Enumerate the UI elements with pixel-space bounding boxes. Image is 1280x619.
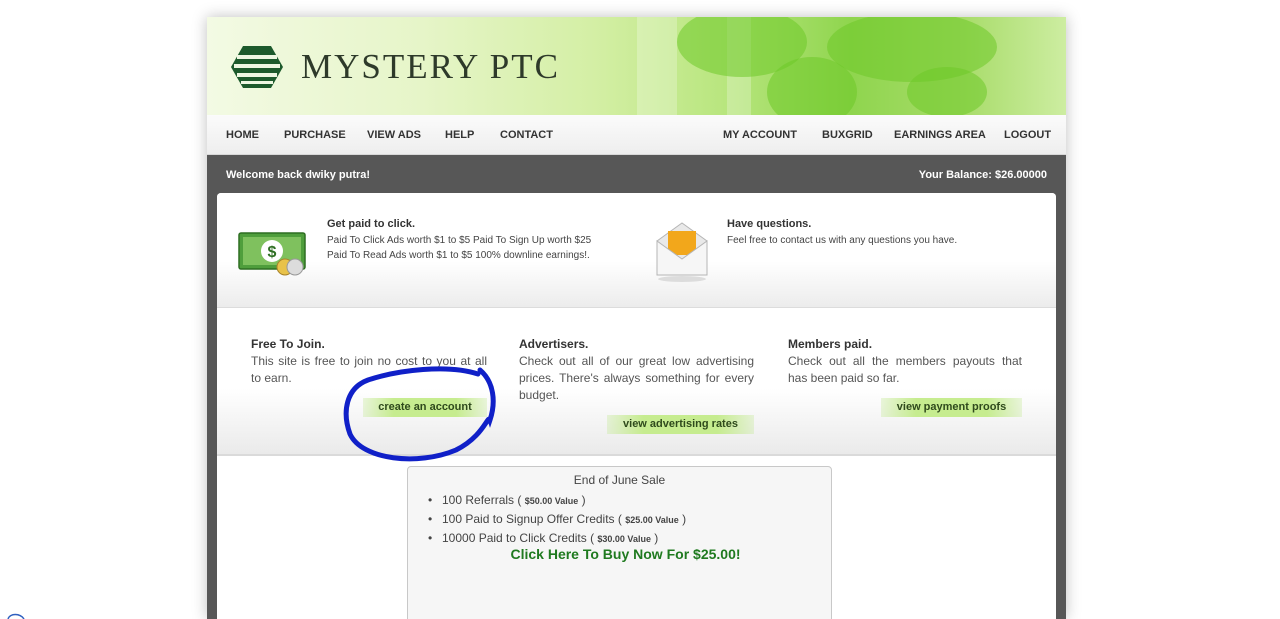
sale-items: 100 Referrals ( $50.00 Value ) 100 Paid … — [428, 491, 686, 548]
page-container: MYSTERY PTC HOME PURCHASE VIEW ADS HELP … — [207, 17, 1066, 619]
layered-hexagon-icon — [231, 46, 283, 88]
nav-view-ads[interactable]: VIEW ADS — [367, 115, 421, 155]
paid-line-2: Paid To Read Ads worth $1 to $5 100% dow… — [327, 250, 590, 261]
nav-home[interactable]: HOME — [226, 115, 259, 155]
site-header: MYSTERY PTC — [207, 17, 1066, 115]
site-logo-text[interactable]: MYSTERY PTC — [301, 47, 560, 87]
members-title: Members paid. — [788, 337, 873, 351]
feature-row: Free To Join. This site is free to join … — [217, 309, 1056, 456]
sale-item-value: $30.00 Value — [597, 534, 651, 544]
list-item: 100 Paid to Signup Offer Credits ( $25.0… — [428, 510, 686, 529]
sale-title: End of June Sale — [573, 473, 666, 487]
nav-buxgrid[interactable]: BUXGRID — [822, 115, 873, 155]
paid-title: Get paid to click. — [327, 218, 416, 230]
advertisers-title: Advertisers. — [519, 337, 589, 351]
world-map-shape — [907, 67, 987, 115]
main-content: $ Get paid to click. Paid To Click Ads w… — [217, 193, 1056, 619]
sale-item-text: 10000 Paid to Click Credits ( — [442, 531, 598, 545]
nav-logout[interactable]: LOGOUT — [1004, 115, 1051, 155]
sale-item-close: ) — [678, 512, 687, 526]
envelope-icon — [656, 222, 708, 282]
content-wrapper: Welcome back dwiky putra! Your Balance: … — [207, 155, 1066, 619]
paid-line-1: Paid To Click Ads worth $1 to $5 Paid To… — [327, 235, 592, 246]
svg-text:$: $ — [268, 244, 277, 261]
sale-item-text: 100 Referrals ( — [442, 493, 525, 507]
nav-help[interactable]: HELP — [445, 115, 474, 155]
sale-item-close: ) — [650, 531, 659, 545]
list-item: 100 Referrals ( $50.00 Value ) — [428, 491, 686, 510]
view-payment-proofs-button[interactable]: view payment proofs — [881, 398, 1022, 417]
nav-contact[interactable]: CONTACT — [500, 115, 553, 155]
header-decoration — [637, 17, 677, 115]
questions-title: Have questions. — [727, 218, 812, 230]
nav-purchase[interactable]: PURCHASE — [284, 115, 346, 155]
questions-text: Feel free to contact us with any questio… — [727, 235, 958, 246]
nav-my-account[interactable]: MY ACCOUNT — [723, 115, 797, 155]
sale-item-text: 100 Paid to Signup Offer Credits ( — [442, 512, 626, 526]
sale-item-value: $25.00 Value — [625, 515, 679, 525]
money-icon: $ — [238, 232, 306, 276]
join-title: Free To Join. — [251, 337, 325, 351]
sale-item-value: $50.00 Value — [524, 496, 579, 506]
nav-earnings-area[interactable]: EARNINGS AREA — [894, 115, 986, 155]
view-advertising-rates-button[interactable]: view advertising rates — [607, 415, 754, 434]
main-navigation: HOME PURCHASE VIEW ADS HELP CONTACT MY A… — [207, 115, 1066, 155]
account-balance: Your Balance: $26.00000 — [918, 169, 1047, 181]
advertisers-text: Check out all of our great low advertisi… — [519, 354, 754, 402]
sale-item-close: ) — [578, 493, 586, 507]
join-text: This site is free to join no cost to you… — [251, 354, 487, 385]
sale-box: End of June Sale 100 Referrals ( $50.00 … — [407, 466, 832, 619]
members-text: Check out all the members payouts that h… — [788, 354, 1022, 385]
buy-now-link[interactable]: Click Here To Buy Now For $25.00! — [303, 546, 948, 562]
welcome-message: Welcome back dwiky putra! — [226, 169, 371, 181]
create-account-button[interactable]: create an account — [363, 398, 487, 417]
page-corner-mark — [7, 613, 25, 619]
info-row: $ Get paid to click. Paid To Click Ads w… — [217, 193, 1056, 308]
